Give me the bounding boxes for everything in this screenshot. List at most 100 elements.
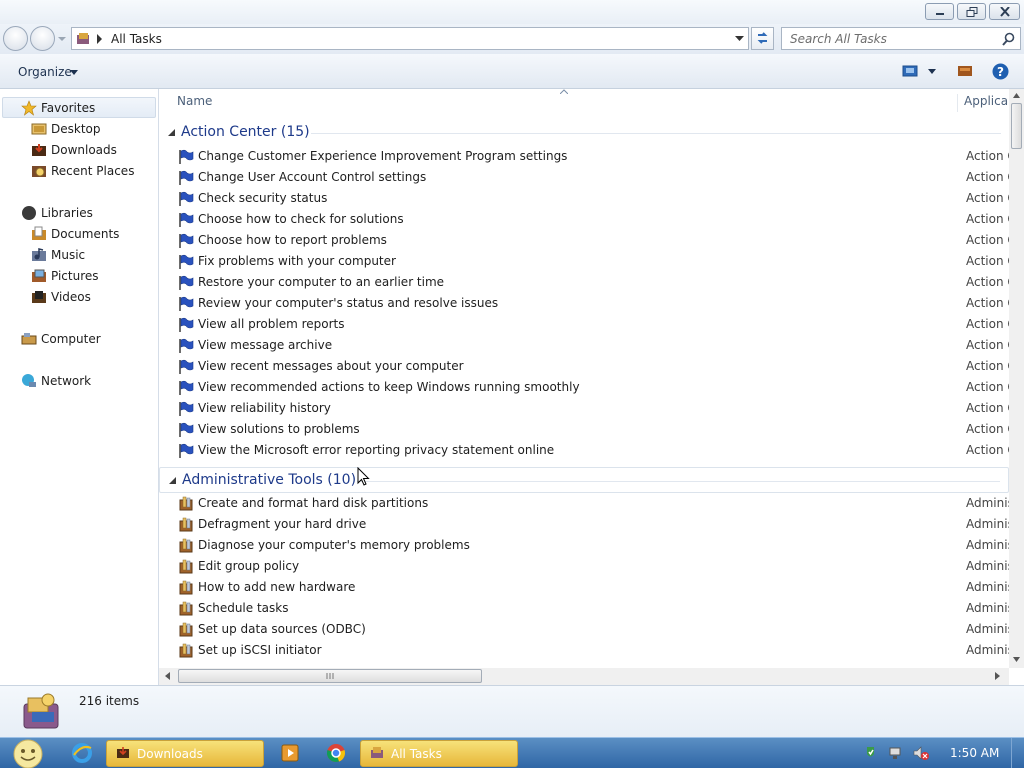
media-player-icon[interactable] (279, 742, 301, 764)
task-row[interactable]: Check security status Action C (159, 188, 1009, 209)
task-name[interactable]: Defragment your hard drive (198, 517, 366, 531)
task-name[interactable]: View reliability history (198, 401, 331, 415)
task-row[interactable]: Diagnose your computer's memory problems… (159, 535, 1009, 556)
help-icon[interactable]: ? (992, 63, 1009, 80)
scroll-left-arrow-icon[interactable] (165, 672, 170, 680)
breadcrumb-arrow-icon[interactable] (96, 34, 104, 44)
action-center-tray-icon[interactable] (867, 747, 874, 757)
nav-recent-label: Recent Places (51, 164, 135, 178)
task-name[interactable]: Restore your computer to an earlier time (198, 275, 444, 289)
task-row[interactable]: Edit group policy Adminis (159, 556, 1009, 577)
task-name[interactable]: View the Microsoft error reporting priva… (198, 443, 554, 457)
nav-documents-label: Documents (51, 227, 120, 241)
task-name[interactable]: Change User Account Control settings (198, 170, 426, 184)
task-name[interactable]: Create and format hard disk partitions (198, 496, 428, 510)
collapse-group-icon[interactable] (169, 477, 176, 484)
refresh-button[interactable] (751, 27, 774, 50)
volume-muted-tray-icon[interactable] (913, 746, 929, 760)
task-row[interactable]: View reliability history Action C (159, 398, 1009, 419)
taskbar-downloads[interactable]: Downloads (106, 740, 264, 767)
recent-pages-dropdown-icon[interactable] (58, 35, 66, 43)
task-name[interactable]: View message archive (198, 338, 332, 352)
task-row[interactable]: Choose how to report problems Action C (159, 230, 1009, 251)
task-name[interactable]: Change Customer Experience Improvement P… (198, 149, 567, 163)
task-name[interactable]: View all problem reports (198, 317, 345, 331)
group-title[interactable]: Administrative Tools (10) (182, 472, 356, 488)
task-name[interactable]: View recent messages about your computer (198, 359, 464, 373)
maximize-button[interactable] (957, 3, 986, 20)
forward-button[interactable] (30, 26, 55, 51)
task-name[interactable]: Check security status (198, 191, 327, 205)
scroll-down-arrow-icon[interactable] (1013, 657, 1020, 662)
horizontal-scrollbar[interactable] (159, 668, 1009, 685)
action-center-flag-icon (179, 317, 194, 332)
task-row[interactable]: Fix problems with your computer Action C (159, 251, 1009, 272)
column-name-header[interactable]: Name (177, 94, 212, 108)
task-row[interactable]: Restore your computer to an earlier time… (159, 272, 1009, 293)
search-icon[interactable] (1002, 32, 1015, 46)
group-header[interactable]: Administrative Tools (10) (159, 467, 1009, 493)
preview-pane-icon[interactable] (957, 65, 973, 77)
address-dropdown-icon[interactable] (735, 36, 744, 42)
task-name[interactable]: Fix problems with your computer (198, 254, 396, 268)
minimize-button[interactable] (925, 3, 954, 20)
nav-favorites[interactable]: Favorites (2, 97, 156, 118)
task-row[interactable]: Set up data sources (ODBC) Adminis (159, 619, 1009, 640)
task-application: Action C (966, 254, 1009, 268)
scroll-right-arrow-icon[interactable] (995, 672, 1000, 680)
task-name[interactable]: How to add new hardware (198, 580, 355, 594)
organize-dropdown-icon[interactable] (70, 70, 78, 75)
task-row[interactable]: Choose how to check for solutions Action … (159, 209, 1009, 230)
task-row[interactable]: Create and format hard disk partitions Ad… (159, 493, 1009, 514)
vertical-scroll-thumb[interactable] (1011, 103, 1022, 149)
column-application-header[interactable]: Applica (957, 94, 1008, 112)
details-pane: 216 items (0, 685, 1024, 737)
change-view-icon[interactable] (902, 65, 918, 77)
task-row[interactable]: Schedule tasks Adminis (159, 598, 1009, 619)
vertical-scrollbar[interactable] (1009, 89, 1024, 668)
task-name[interactable]: Diagnose your computer's memory problems (198, 538, 470, 552)
scroll-up-arrow-icon[interactable] (1013, 93, 1020, 98)
task-row[interactable]: Change Customer Experience Improvement P… (159, 146, 1009, 167)
task-row[interactable]: View all problem reports Action C (159, 314, 1009, 335)
clock[interactable]: 1:50 AM (950, 746, 999, 760)
view-dropdown-icon[interactable] (928, 69, 936, 74)
task-name[interactable]: Choose how to report problems (198, 233, 387, 247)
sort-ascending-icon (560, 89, 568, 94)
task-row[interactable]: How to add new hardware Adminis (159, 577, 1009, 598)
address-path[interactable]: All Tasks (111, 32, 162, 46)
favorites-star-icon (21, 100, 37, 116)
start-button-icon[interactable] (6, 738, 46, 768)
task-row[interactable]: View recommended actions to keep Windows… (159, 377, 1009, 398)
group-header[interactable]: Action Center (15) (159, 120, 1009, 146)
collapse-group-icon[interactable] (168, 129, 175, 136)
task-name[interactable]: Set up data sources (ODBC) (198, 622, 366, 636)
task-name[interactable]: Schedule tasks (198, 601, 288, 615)
internet-explorer-icon[interactable] (71, 742, 93, 764)
task-row[interactable]: View recent messages about your computer… (159, 356, 1009, 377)
chrome-icon[interactable] (325, 742, 347, 764)
horizontal-scroll-thumb[interactable] (178, 669, 482, 683)
address-bar[interactable]: All Tasks (71, 27, 749, 50)
task-row[interactable]: View the Microsoft error reporting priva… (159, 440, 1009, 461)
task-name[interactable]: View recommended actions to keep Windows… (198, 380, 580, 394)
task-row[interactable]: View solutions to problems Action C (159, 419, 1009, 440)
task-row[interactable]: Set up iSCSI initiator Adminis (159, 640, 1009, 661)
back-button[interactable] (3, 26, 28, 51)
task-name[interactable]: Set up iSCSI initiator (198, 643, 322, 657)
task-name[interactable]: Choose how to check for solutions (198, 212, 404, 226)
task-row[interactable]: View message archive Action C (159, 335, 1009, 356)
task-row[interactable]: Change User Account Control settings Acti… (159, 167, 1009, 188)
task-name[interactable]: Review your computer's status and resolv… (198, 296, 498, 310)
taskbar-all-tasks[interactable]: All Tasks (360, 740, 518, 767)
task-name[interactable]: Edit group policy (198, 559, 299, 573)
group-title[interactable]: Action Center (15) (181, 124, 310, 140)
task-name[interactable]: View solutions to problems (198, 422, 360, 436)
close-button[interactable] (989, 3, 1020, 20)
search-input[interactable]: Search All Tasks (781, 27, 1021, 50)
task-row[interactable]: Defragment your hard drive Adminis (159, 514, 1009, 535)
show-desktop-button[interactable] (1011, 738, 1024, 768)
task-row[interactable]: Review your computer's status and resolv… (159, 293, 1009, 314)
network-tray-icon[interactable] (889, 747, 901, 759)
organize-button[interactable]: Organize (18, 65, 72, 79)
